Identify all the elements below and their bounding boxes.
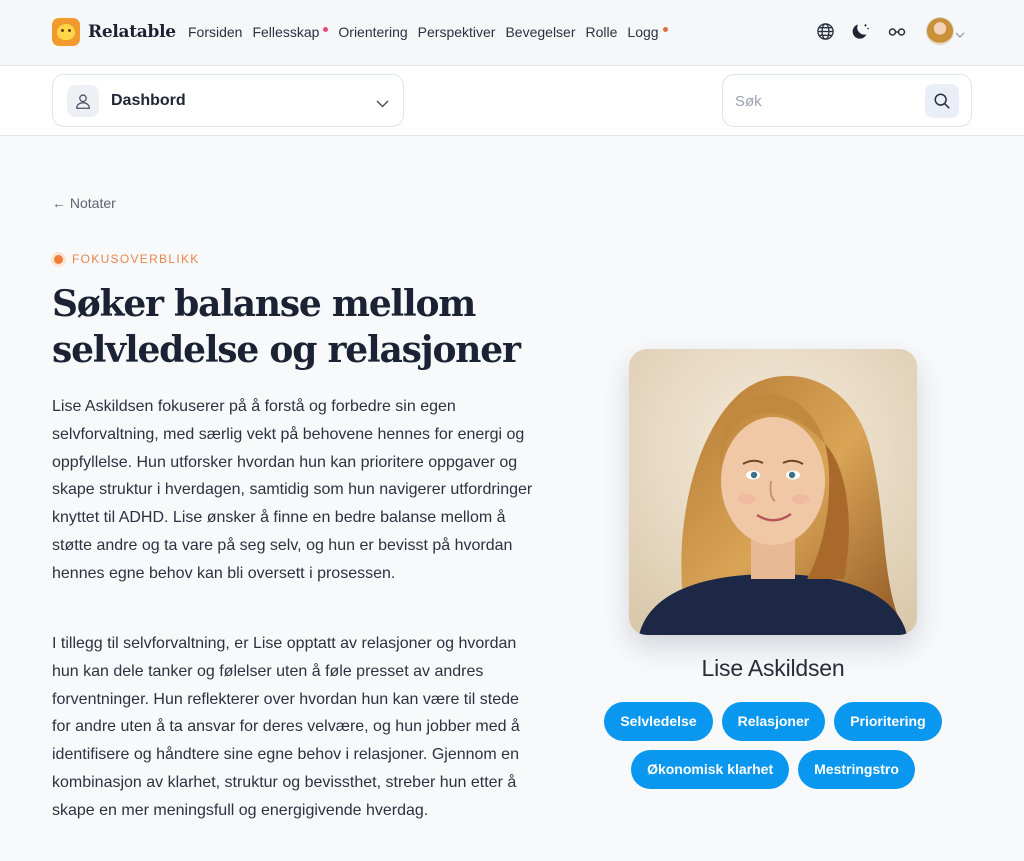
tag-mestringstro[interactable]: Mestringstro	[798, 750, 915, 789]
eyebrow-dot	[54, 254, 63, 264]
tag-prioritering[interactable]: Prioritering	[834, 702, 942, 741]
top-navbar: Relatable Forsiden Fellesskap Orienterin…	[0, 0, 1024, 66]
profile-name: Lise Askildsen	[701, 655, 845, 681]
nav-item-label: Logg	[627, 24, 659, 40]
tag-relasjoner[interactable]: Relasjoner	[721, 702, 826, 741]
focus-tags: Selvledelse Relasjoner Prioritering Økon…	[590, 702, 956, 789]
globe-icon[interactable]	[815, 21, 835, 41]
summary-paragraph: I tillegg til selvforvaltning, er Lise o…	[52, 635, 520, 819]
back-link-notater[interactable]: ← Notater	[52, 195, 116, 211]
section-eyebrow: FOKUSOVERBLIKK	[52, 252, 200, 266]
nav-item-label: Fellesskap	[252, 24, 320, 40]
eyebrow-label: FOKUSOVERBLIKK	[72, 252, 200, 266]
nav-item-label: Orientering	[338, 24, 408, 40]
moon-icon[interactable]	[851, 21, 871, 41]
search-bar	[722, 74, 972, 127]
smiley-face-logo-icon	[57, 24, 75, 40]
nav-item-forsiden[interactable]: Forsiden	[188, 24, 242, 40]
summary-paragraph: Lise Askildsen fokuserer på å forstå og …	[52, 398, 533, 582]
nav-item-rolle[interactable]: Rolle	[586, 24, 618, 40]
nav-item-fellesskap[interactable]: Fellesskap	[252, 24, 329, 40]
main-nav: Forsiden Fellesskap Orientering Perspekt…	[188, 24, 678, 40]
profile-portrait	[629, 349, 917, 635]
tag-selvledelse[interactable]: Selvledelse	[604, 702, 713, 741]
toolbar: Dashbord	[0, 66, 1024, 136]
nav-item-bevegelser[interactable]: Bevegelser	[505, 24, 575, 40]
app-logo[interactable]	[52, 18, 80, 46]
page-title: Søker balanse mellom selvledelse og rela…	[52, 283, 521, 371]
glasses-icon[interactable]	[887, 21, 907, 41]
nav-item-orientering[interactable]: Orientering	[338, 24, 407, 40]
tag-okonomisk-klarhet[interactable]: Økonomisk klarhet	[631, 750, 790, 789]
search-button[interactable]	[925, 84, 959, 118]
chevron-down-icon	[376, 95, 389, 113]
user-icon	[67, 85, 99, 117]
search-input[interactable]	[735, 87, 925, 115]
nav-item-perspektiver[interactable]: Perspektiver	[418, 24, 496, 40]
nav-item-label: Rolle	[585, 24, 618, 40]
nav-item-label: Forsiden	[188, 24, 243, 40]
chevron-down-icon[interactable]	[955, 26, 965, 44]
dashboard-select[interactable]: Dashbord	[52, 74, 404, 127]
dashboard-select-label: Dashbord	[111, 92, 186, 109]
brand-name[interactable]: Relatable	[88, 22, 176, 42]
nav-item-label: Bevegelser	[505, 24, 576, 40]
nav-item-logg[interactable]: Logg	[627, 24, 668, 40]
nav-item-label: Perspektiver	[417, 24, 496, 40]
notification-dot	[323, 26, 329, 32]
notification-dot	[662, 26, 668, 32]
search-icon	[934, 93, 950, 109]
user-avatar[interactable]	[926, 17, 954, 45]
